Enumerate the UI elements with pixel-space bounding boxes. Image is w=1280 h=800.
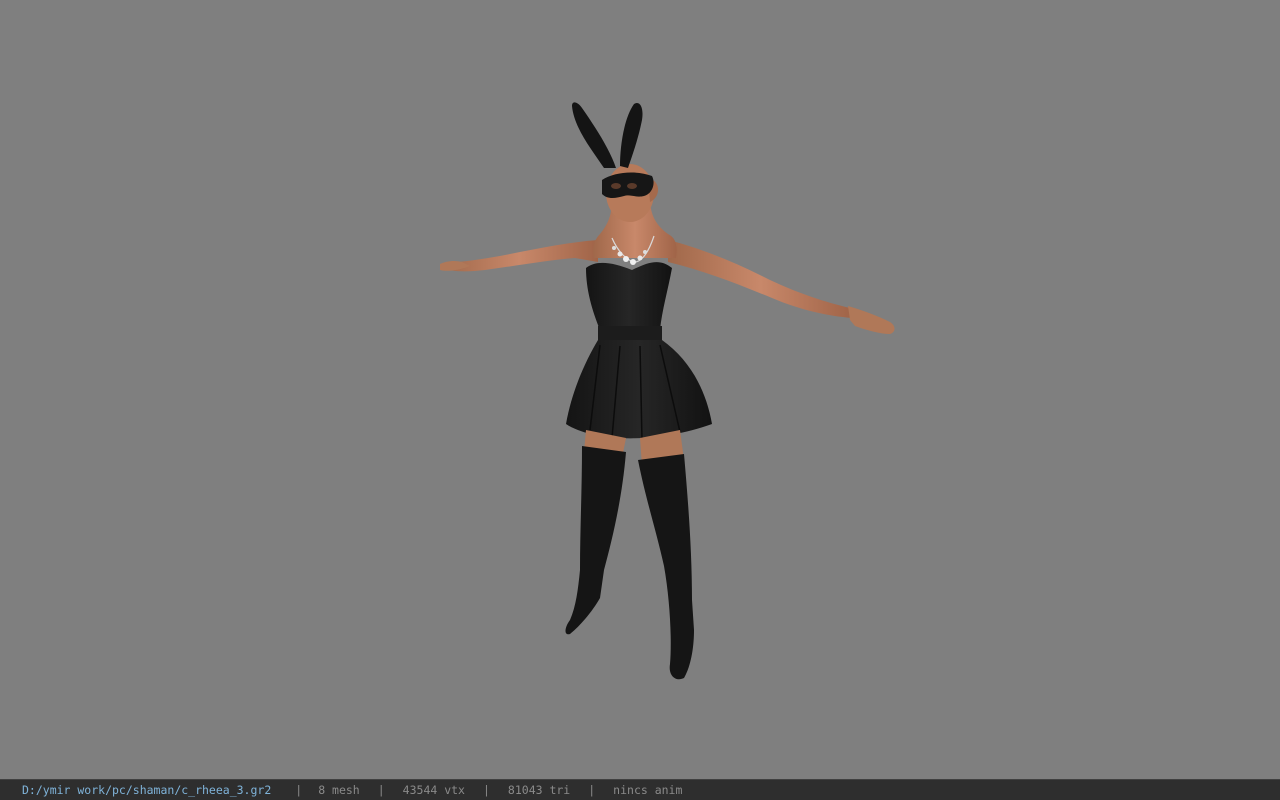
separator: | [482, 783, 490, 797]
bunny-mask [602, 172, 654, 198]
dress [566, 262, 712, 441]
vertex-count: 43544 vtx [402, 783, 465, 797]
3d-viewport[interactable] [0, 0, 1280, 779]
left-arm [440, 240, 598, 272]
anim-status: nincs anim [613, 783, 683, 797]
file-path: D:/ymir work/pc/shaman/c_rheea_3.gr2 [22, 783, 272, 797]
separator: | [377, 783, 385, 797]
triangle-count: 81043 tri [507, 783, 571, 797]
character-model[interactable] [0, 0, 1280, 779]
bunny-ears [572, 102, 643, 168]
status-bar: D:/ymir work/pc/shaman/c_rheea_3.gr2 | 8… [0, 779, 1280, 800]
separator: | [295, 783, 303, 797]
separator: | [588, 783, 596, 797]
mesh-count: 8 mesh [318, 783, 360, 797]
right-boot [638, 454, 694, 680]
right-arm [668, 240, 895, 334]
left-boot [565, 446, 626, 635]
